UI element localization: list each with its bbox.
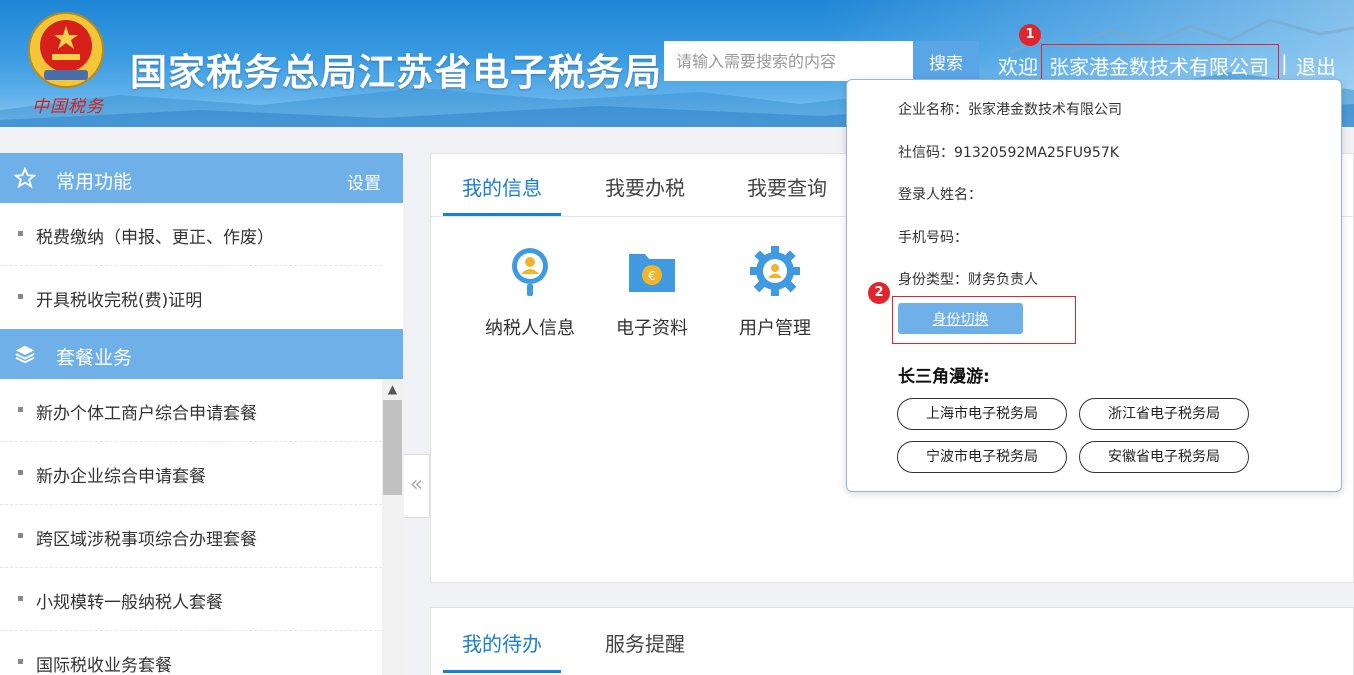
sidebar-item-label: 小规模转一般纳税人套餐: [36, 593, 223, 613]
step-badge-1: 1: [1019, 24, 1041, 46]
tax-emblem-icon: [28, 12, 104, 88]
function-label: 电子资料: [616, 318, 688, 339]
sidebar-section-common: 常用功能 设置: [0, 153, 403, 203]
bullet-icon: [18, 407, 23, 412]
welcome-text: 欢迎: [998, 55, 1038, 79]
sidebar-item-label: 开具税收完税(费)证明: [36, 291, 203, 311]
login-name-row: 登录人姓名：: [898, 187, 982, 203]
roam-ningbo-button[interactable]: 宁波市电子税务局: [897, 441, 1067, 473]
sidebar-item[interactable]: 小规模转一般纳税人套餐: [0, 568, 382, 631]
bullet-icon: [18, 659, 23, 664]
layers-icon: [15, 345, 35, 364]
sidebar-item[interactable]: 税费缴纳（申报、更正、作废）: [0, 203, 382, 266]
bullet-icon: [18, 596, 23, 601]
bullet-icon: [18, 294, 23, 299]
step-badge-2: 2: [868, 282, 890, 304]
roam-shanghai-button[interactable]: 上海市电子税务局: [897, 398, 1067, 430]
taxpayer-info-icon: [512, 248, 548, 296]
sidebar-section-package: 套餐业务: [0, 329, 403, 379]
account-info-popup: 企业名称：张家港金数技术有限公司 社信码：91320592MA25FU957K …: [846, 79, 1342, 492]
collapse-sidebar-chevron-icon[interactable]: «: [404, 454, 430, 518]
sidebar-item[interactable]: 开具税收完税(费)证明: [0, 266, 382, 329]
sidebar-item-label: 新办企业综合申请套餐: [36, 467, 206, 487]
scroll-up-arrow-icon[interactable]: ▲: [382, 379, 403, 399]
bullet-icon: [18, 533, 23, 538]
sidebar-item[interactable]: 新办企业综合申请套餐: [0, 442, 382, 505]
search-input[interactable]: [664, 41, 914, 81]
tab-my-todo[interactable]: 我的待办: [462, 628, 542, 657]
sidebar-section-title: 套餐业务: [56, 347, 133, 369]
active-tab-underline: [443, 670, 561, 673]
todo-panel: 我的待办 服务提醒: [430, 607, 1354, 675]
search-button[interactable]: 搜索: [913, 41, 979, 81]
active-tab-underline: [443, 213, 561, 216]
svg-text:€: €: [648, 269, 656, 283]
identity-type-row: 身份类型：财务负责人: [898, 272, 1038, 288]
function-label: 纳税人信息: [485, 318, 575, 339]
site-title: 国家税务总局江苏省电子税务局: [130, 51, 662, 94]
sidebar-item-label: 国际税收业务套餐: [36, 656, 172, 675]
roam-anhui-button[interactable]: 安徽省电子税务局: [1079, 441, 1249, 473]
tab-handle-tax[interactable]: 我要办税: [605, 172, 685, 201]
tab-my-info[interactable]: 我的信息: [462, 172, 542, 201]
sidebar-item-label: 新办个体工商户综合申请套餐: [36, 404, 257, 424]
sidebar-item-label: 税费缴纳（申报、更正、作废）: [36, 228, 274, 248]
logout-link[interactable]: 退出: [1296, 51, 1336, 80]
phone-row: 手机号码：: [898, 230, 968, 246]
sidebar: 常用功能 设置 税费缴纳（申报、更正、作废） 开具税收完税(费)证明 套餐业务 …: [0, 153, 403, 675]
roaming-title: 长三角漫游:: [898, 367, 990, 387]
roam-zhejiang-button[interactable]: 浙江省电子税务局: [1079, 398, 1249, 430]
identity-switch-button[interactable]: 身份切换: [898, 303, 1023, 334]
sidebar-settings-link[interactable]: 设置: [347, 169, 381, 194]
taxpayer-info-button[interactable]: 纳税人信息: [475, 244, 585, 340]
sidebar-item[interactable]: 跨区域涉税事项综合办理套餐: [0, 505, 382, 568]
emblem-caption: 中国税务: [32, 97, 104, 117]
function-label: 用户管理: [739, 318, 811, 339]
company-name-link[interactable]: 张家港金数技术有限公司: [1049, 51, 1269, 80]
credit-code-row: 社信码：91320592MA25FU957K: [898, 145, 1119, 161]
user-management-button[interactable]: 用户管理: [720, 244, 830, 340]
user-management-icon: [750, 246, 800, 296]
sidebar-item[interactable]: 新办个体工商户综合申请套餐: [0, 379, 382, 442]
header-separator: |: [1281, 51, 1288, 75]
sidebar-scroll-thumb[interactable]: [383, 400, 402, 495]
electronic-data-button[interactable]: € 电子资料: [597, 244, 707, 340]
star-icon: [14, 167, 36, 189]
company-name-row: 企业名称：张家港金数技术有限公司: [898, 102, 1122, 118]
tab-query[interactable]: 我要查询: [747, 172, 827, 201]
bullet-icon: [18, 470, 23, 475]
sidebar-item[interactable]: 国际税收业务套餐: [0, 631, 382, 675]
tab-service-reminder[interactable]: 服务提醒: [605, 628, 685, 657]
sidebar-item-label: 跨区域涉税事项综合办理套餐: [36, 530, 257, 550]
electronic-data-icon: €: [629, 254, 675, 292]
bullet-icon: [18, 231, 23, 236]
sidebar-section-title: 常用功能: [56, 171, 133, 193]
